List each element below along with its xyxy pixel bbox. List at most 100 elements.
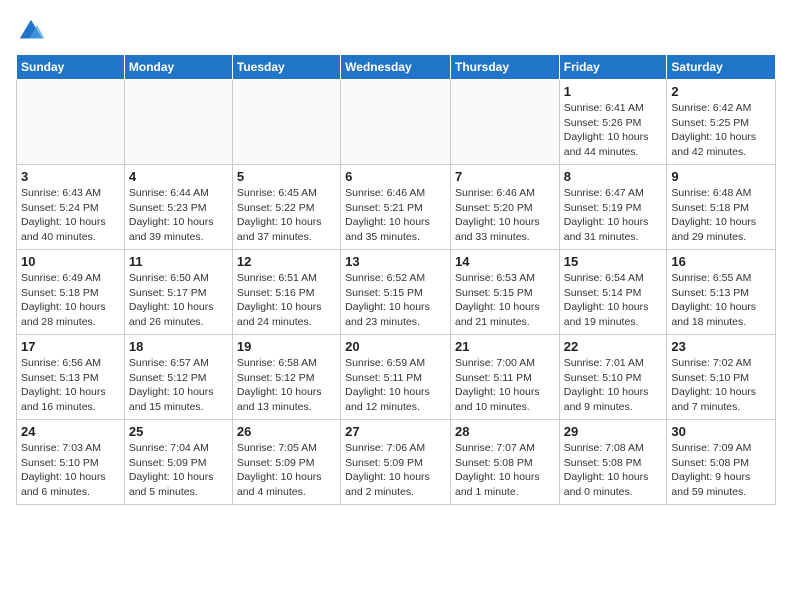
calendar-day-cell: 16 Sunrise: 6:55 AM Sunset: 5:13 PM Dayli…: [667, 250, 776, 335]
day-info: Sunrise: 6:57 AM Sunset: 5:12 PM Dayligh…: [129, 356, 228, 415]
day-number: 17: [21, 339, 120, 354]
day-info: Sunrise: 6:47 AM Sunset: 5:19 PM Dayligh…: [564, 186, 663, 245]
day-number: 3: [21, 169, 120, 184]
day-number: 29: [564, 424, 663, 439]
calendar-day-cell: 2Sunrise: 6:42 AM Sunset: 5:25 PM Daylig…: [667, 80, 776, 165]
day-info: Sunrise: 6:43 AM Sunset: 5:24 PM Dayligh…: [21, 186, 120, 245]
day-info: Sunrise: 6:59 AM Sunset: 5:11 PM Dayligh…: [345, 356, 446, 415]
calendar-day-cell: 17 Sunrise: 6:56 AM Sunset: 5:13 PM Dayli…: [17, 335, 125, 420]
day-info: Sunrise: 7:09 AM Sunset: 5:08 PM Dayligh…: [671, 441, 771, 500]
calendar-day-cell: 30 Sunrise: 7:09 AM Sunset: 5:08 PM Dayli…: [667, 420, 776, 505]
day-info: Sunrise: 7:01 AM Sunset: 5:10 PM Dayligh…: [564, 356, 663, 415]
calendar-day-header: Saturday: [667, 55, 776, 80]
calendar-day-cell: 23 Sunrise: 7:02 AM Sunset: 5:10 PM Dayli…: [667, 335, 776, 420]
calendar-day-cell: 13 Sunrise: 6:52 AM Sunset: 5:15 PM Dayli…: [341, 250, 451, 335]
calendar-day-cell: [341, 80, 451, 165]
day-info: Sunrise: 7:07 AM Sunset: 5:08 PM Dayligh…: [455, 441, 555, 500]
day-info: Sunrise: 6:46 AM Sunset: 5:20 PM Dayligh…: [455, 186, 555, 245]
calendar-day-cell: 24Sunrise: 7:03 AM Sunset: 5:10 PM Dayli…: [17, 420, 125, 505]
calendar-day-cell: 20 Sunrise: 6:59 AM Sunset: 5:11 PM Dayli…: [341, 335, 451, 420]
calendar-day-header: Wednesday: [341, 55, 451, 80]
day-info: Sunrise: 6:53 AM Sunset: 5:15 PM Dayligh…: [455, 271, 555, 330]
calendar-week-row: 17 Sunrise: 6:56 AM Sunset: 5:13 PM Dayli…: [17, 335, 776, 420]
day-info: Sunrise: 7:02 AM Sunset: 5:10 PM Dayligh…: [671, 356, 771, 415]
calendar-body: 1 Sunrise: 6:41 AM Sunset: 5:26 PM Daylig…: [17, 80, 776, 505]
day-number: 14: [455, 254, 555, 269]
day-number: 18: [129, 339, 228, 354]
day-number: 30: [671, 424, 771, 439]
day-number: 15: [564, 254, 663, 269]
logo: [16, 16, 52, 46]
calendar-day-cell: [450, 80, 559, 165]
calendar-day-cell: 21 Sunrise: 7:00 AM Sunset: 5:11 PM Dayli…: [450, 335, 559, 420]
calendar-day-cell: 22Sunrise: 7:01 AM Sunset: 5:10 PM Dayli…: [559, 335, 667, 420]
calendar-day-cell: [124, 80, 232, 165]
calendar-day-cell: [232, 80, 340, 165]
calendar-day-cell: 7 Sunrise: 6:46 AM Sunset: 5:20 PM Daylig…: [450, 165, 559, 250]
calendar-day-cell: 27Sunrise: 7:06 AM Sunset: 5:09 PM Dayli…: [341, 420, 451, 505]
day-number: 26: [237, 424, 336, 439]
day-info: Sunrise: 6:41 AM Sunset: 5:26 PM Dayligh…: [564, 101, 663, 160]
calendar-day-cell: 1 Sunrise: 6:41 AM Sunset: 5:26 PM Daylig…: [559, 80, 667, 165]
day-number: 5: [237, 169, 336, 184]
calendar-day-cell: 29 Sunrise: 7:08 AM Sunset: 5:08 PM Dayli…: [559, 420, 667, 505]
calendar-day-header: Monday: [124, 55, 232, 80]
calendar: SundayMondayTuesdayWednesdayThursdayFrid…: [16, 54, 776, 505]
calendar-header-row: SundayMondayTuesdayWednesdayThursdayFrid…: [17, 55, 776, 80]
calendar-week-row: 1 Sunrise: 6:41 AM Sunset: 5:26 PM Daylig…: [17, 80, 776, 165]
day-number: 1: [564, 84, 663, 99]
calendar-day-cell: 3 Sunrise: 6:43 AM Sunset: 5:24 PM Daylig…: [17, 165, 125, 250]
day-info: Sunrise: 7:05 AM Sunset: 5:09 PM Dayligh…: [237, 441, 336, 500]
day-number: 23: [671, 339, 771, 354]
day-info: Sunrise: 6:56 AM Sunset: 5:13 PM Dayligh…: [21, 356, 120, 415]
day-number: 7: [455, 169, 555, 184]
day-number: 13: [345, 254, 446, 269]
calendar-day-cell: 8 Sunrise: 6:47 AM Sunset: 5:19 PM Daylig…: [559, 165, 667, 250]
day-info: Sunrise: 6:45 AM Sunset: 5:22 PM Dayligh…: [237, 186, 336, 245]
calendar-day-cell: 10 Sunrise: 6:49 AM Sunset: 5:18 PM Dayli…: [17, 250, 125, 335]
day-number: 12: [237, 254, 336, 269]
day-number: 20: [345, 339, 446, 354]
calendar-day-cell: 25 Sunrise: 7:04 AM Sunset: 5:09 PM Dayli…: [124, 420, 232, 505]
day-info: Sunrise: 6:50 AM Sunset: 5:17 PM Dayligh…: [129, 271, 228, 330]
calendar-day-cell: 5 Sunrise: 6:45 AM Sunset: 5:22 PM Daylig…: [232, 165, 340, 250]
calendar-day-cell: 12 Sunrise: 6:51 AM Sunset: 5:16 PM Dayli…: [232, 250, 340, 335]
day-number: 8: [564, 169, 663, 184]
day-info: Sunrise: 7:03 AM Sunset: 5:10 PM Dayligh…: [21, 441, 120, 500]
day-info: Sunrise: 6:49 AM Sunset: 5:18 PM Dayligh…: [21, 271, 120, 330]
logo-icon: [16, 16, 46, 46]
day-number: 2: [671, 84, 771, 99]
day-number: 6: [345, 169, 446, 184]
day-number: 28: [455, 424, 555, 439]
day-info: Sunrise: 7:08 AM Sunset: 5:08 PM Dayligh…: [564, 441, 663, 500]
calendar-day-cell: 14 Sunrise: 6:53 AM Sunset: 5:15 PM Dayli…: [450, 250, 559, 335]
calendar-week-row: 24Sunrise: 7:03 AM Sunset: 5:10 PM Dayli…: [17, 420, 776, 505]
day-info: Sunrise: 6:51 AM Sunset: 5:16 PM Dayligh…: [237, 271, 336, 330]
day-info: Sunrise: 6:44 AM Sunset: 5:23 PM Dayligh…: [129, 186, 228, 245]
day-info: Sunrise: 6:58 AM Sunset: 5:12 PM Dayligh…: [237, 356, 336, 415]
day-number: 9: [671, 169, 771, 184]
calendar-day-cell: 9 Sunrise: 6:48 AM Sunset: 5:18 PM Daylig…: [667, 165, 776, 250]
calendar-day-header: Tuesday: [232, 55, 340, 80]
calendar-week-row: 10 Sunrise: 6:49 AM Sunset: 5:18 PM Dayli…: [17, 250, 776, 335]
day-number: 10: [21, 254, 120, 269]
calendar-day-header: Sunday: [17, 55, 125, 80]
day-info: Sunrise: 7:00 AM Sunset: 5:11 PM Dayligh…: [455, 356, 555, 415]
day-number: 4: [129, 169, 228, 184]
day-number: 27: [345, 424, 446, 439]
day-number: 25: [129, 424, 228, 439]
calendar-week-row: 3 Sunrise: 6:43 AM Sunset: 5:24 PM Daylig…: [17, 165, 776, 250]
day-number: 16: [671, 254, 771, 269]
calendar-day-cell: 18 Sunrise: 6:57 AM Sunset: 5:12 PM Dayli…: [124, 335, 232, 420]
calendar-day-header: Friday: [559, 55, 667, 80]
day-number: 21: [455, 339, 555, 354]
day-info: Sunrise: 6:55 AM Sunset: 5:13 PM Dayligh…: [671, 271, 771, 330]
day-info: Sunrise: 6:52 AM Sunset: 5:15 PM Dayligh…: [345, 271, 446, 330]
calendar-day-cell: 11 Sunrise: 6:50 AM Sunset: 5:17 PM Dayli…: [124, 250, 232, 335]
day-info: Sunrise: 7:04 AM Sunset: 5:09 PM Dayligh…: [129, 441, 228, 500]
calendar-day-cell: 6Sunrise: 6:46 AM Sunset: 5:21 PM Daylig…: [341, 165, 451, 250]
page-header: [16, 16, 776, 46]
day-info: Sunrise: 6:48 AM Sunset: 5:18 PM Dayligh…: [671, 186, 771, 245]
day-number: 11: [129, 254, 228, 269]
calendar-day-cell: 26 Sunrise: 7:05 AM Sunset: 5:09 PM Dayli…: [232, 420, 340, 505]
